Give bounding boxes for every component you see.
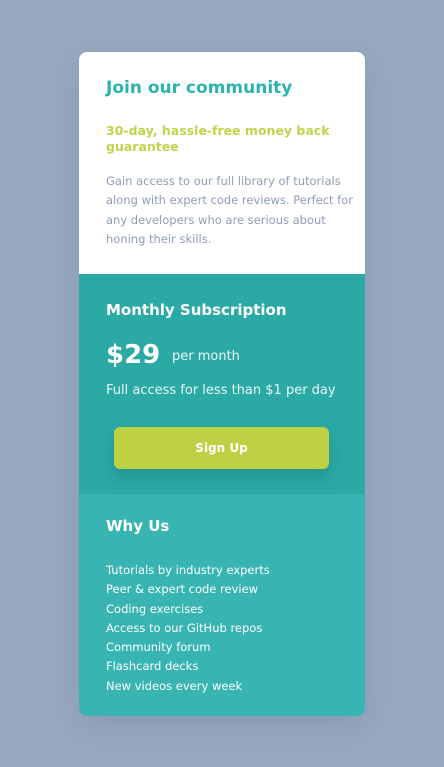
list-item: Flashcard decks bbox=[106, 659, 199, 674]
list-item: Access to our GitHub repos bbox=[106, 620, 263, 635]
list-item: Community forum bbox=[106, 640, 211, 655]
why-us-title: Why Us bbox=[106, 517, 170, 535]
subscription-tagline: Full access for less than $1 per day bbox=[106, 383, 336, 398]
why-us-list: Tutorials by industry experts Peer & exp… bbox=[106, 561, 270, 696]
list-item: New videos every week bbox=[106, 678, 243, 693]
community-description: Gain access to our full library of tutor… bbox=[106, 174, 353, 246]
pricing-card: Join our community 30-day, hassle-free m… bbox=[79, 52, 365, 716]
subscription-title: Monthly Subscription bbox=[106, 301, 287, 319]
list-item: Peer & expert code review bbox=[106, 582, 259, 597]
price-amount: $29 bbox=[106, 340, 161, 370]
page-title: Join our community bbox=[106, 78, 293, 98]
price-period: per month bbox=[172, 349, 240, 364]
list-item: Coding exercises bbox=[106, 601, 204, 616]
list-item: Tutorials by industry experts bbox=[106, 563, 270, 577]
guarantee-subtitle: 30-day, hassle-free money back guarantee bbox=[106, 123, 330, 154]
sign-up-button[interactable]: Sign Up bbox=[114, 427, 329, 469]
